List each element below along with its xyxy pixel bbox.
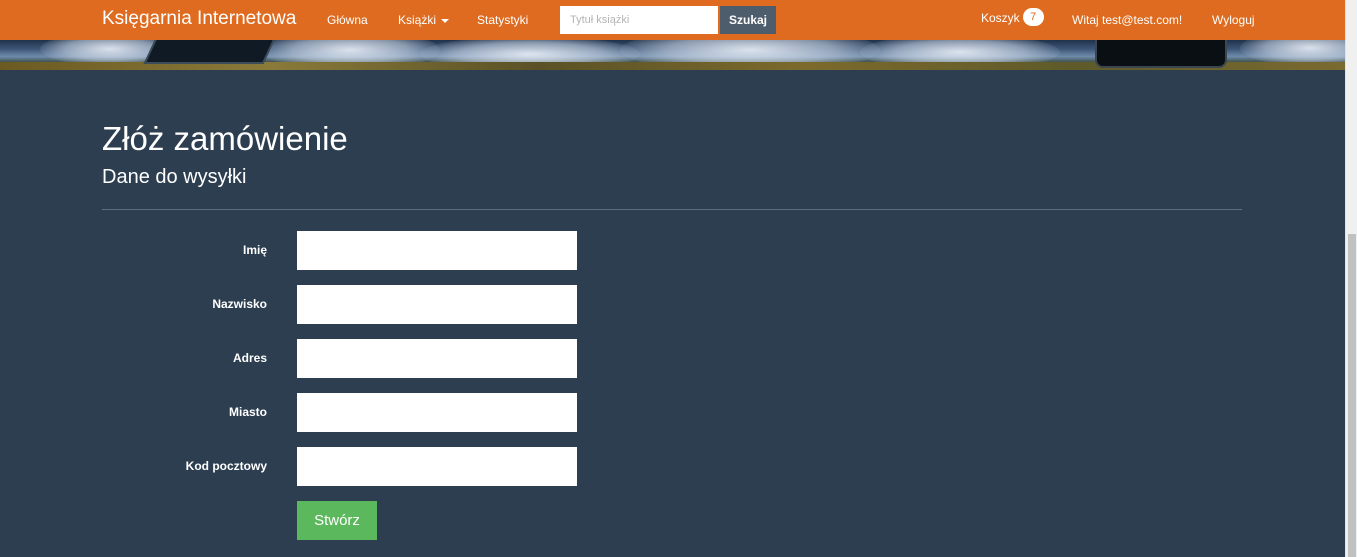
- create-order-button[interactable]: Stwórz: [297, 501, 377, 540]
- last-name-label: Nazwisko: [212, 297, 267, 311]
- brand-link[interactable]: Księgarnia Internetowa: [102, 8, 296, 30]
- postal-code-input[interactable]: [297, 447, 577, 486]
- address-label: Adres: [232, 351, 267, 365]
- logout-link[interactable]: Wyloguj: [1212, 13, 1255, 27]
- cart-count-badge: 7: [1022, 8, 1044, 27]
- navbar: Księgarnia Internetowa Główna Książki St…: [0, 0, 1345, 40]
- search-button[interactable]: Szukaj: [720, 6, 776, 34]
- nav-home-link[interactable]: Główna: [327, 13, 368, 27]
- city-input[interactable]: [297, 393, 577, 432]
- page-title: Złóż zamówienie: [102, 120, 348, 157]
- postal-code-label: Kod pocztowy: [185, 459, 267, 473]
- cart-label: Koszyk: [981, 11, 1020, 25]
- caret-down-icon: [441, 18, 450, 23]
- first-name-label: Imię: [242, 243, 267, 257]
- last-name-input[interactable]: [297, 285, 577, 324]
- divider: [102, 209, 1242, 210]
- address-input[interactable]: [297, 339, 577, 378]
- search-input[interactable]: [560, 6, 718, 34]
- page-scrollbar[interactable]: [1345, 0, 1357, 557]
- scrollbar-thumb[interactable]: [1348, 234, 1356, 557]
- city-label: Miasto: [228, 405, 267, 419]
- nav-stats-link[interactable]: Statystyki: [477, 13, 528, 27]
- nav-books-label: Książki: [398, 13, 437, 27]
- tablet-image: [143, 40, 277, 64]
- cart-link[interactable]: Koszyk 7: [981, 8, 1044, 27]
- laptop-image: [1095, 40, 1227, 68]
- header-banner-image: [0, 40, 1345, 70]
- nav-books-dropdown[interactable]: Książki: [398, 13, 450, 27]
- first-name-input[interactable]: [297, 231, 577, 270]
- section-subtitle: Dane do wysyłki: [102, 166, 247, 188]
- user-greeting-link[interactable]: Witaj test@test.com!: [1072, 13, 1182, 27]
